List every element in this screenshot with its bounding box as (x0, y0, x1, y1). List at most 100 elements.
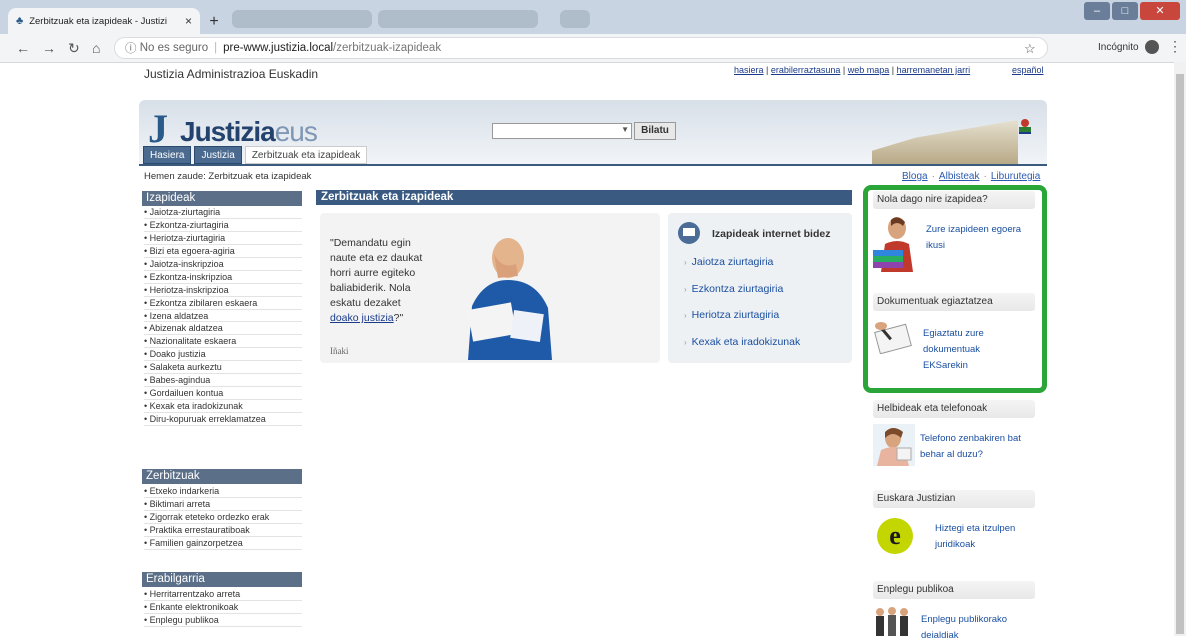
new-tab-button[interactable]: + (204, 12, 224, 32)
forward-arrow-icon[interactable]: → (42, 40, 56, 56)
sidebar-item[interactable]: Diru-kopuruak erreklamatzea (144, 413, 302, 426)
sidebar-item[interactable]: Izena aldatzea (144, 310, 302, 323)
sidebar-item[interactable]: Heriotza-ziurtagiria (144, 232, 302, 245)
testimonial-quote: "Demandatu egin naute eta ez daukat horr… (330, 236, 430, 326)
sidebar-item[interactable]: Etxeko indarkeria (144, 485, 302, 498)
quote-text: "Demandatu egin naute eta ez daukat horr… (330, 237, 423, 309)
minimize-icon[interactable]: – (1084, 2, 1110, 20)
euskara-box-title: Euskara Justizian (873, 490, 1035, 508)
top-link-erabilerraztasuna[interactable]: erabilerraztasuna (771, 65, 841, 75)
employment-box: Enplegu publikoa (873, 581, 1035, 599)
logo-suffix: eus (274, 116, 318, 147)
sidebar-heading-izapideak: Izapideak (142, 191, 302, 206)
nav-tab-justizia[interactable]: Justizia (194, 146, 242, 164)
sidebar-item[interactable]: Heriotza-inskripzioa (144, 284, 302, 297)
dot-separator: · (983, 171, 987, 182)
justizia-logo-mark-icon[interactable]: J (148, 105, 168, 152)
chevron-right-icon: › (684, 258, 687, 267)
contacts-box-title: Helbideak eta telefonoak (873, 400, 1035, 418)
search-select[interactable]: ▼ (492, 123, 632, 139)
internet-link[interactable]: › Ezkontza ziurtagiria (684, 283, 800, 310)
back-arrow-icon[interactable]: ← (16, 40, 30, 56)
top-link-harremanetan[interactable]: harremanetan jarri (897, 65, 971, 75)
sidebar-item[interactable]: Familien gainzorpetzea (144, 537, 302, 550)
menu-dots-icon[interactable]: ⋮ (1168, 38, 1182, 55)
sidebar-item[interactable]: Jaiotza-ziurtagiria (144, 206, 302, 219)
contacts-link[interactable]: Telefono zenbakiren bat behar al duzu? (920, 431, 1032, 463)
link-bloga[interactable]: Bloga (902, 171, 928, 182)
svg-text:e: e (889, 521, 901, 550)
blurred-tab[interactable] (560, 10, 590, 28)
sidebar-item[interactable]: Salaketa aurkeztu (144, 361, 302, 375)
chevron-right-icon: › (684, 338, 687, 348)
chevron-right-icon: › (684, 284, 687, 294)
sidebar-item[interactable]: Enkante elektronikoak (144, 601, 302, 614)
woman-phone-image (873, 424, 915, 466)
top-link-hasiera[interactable]: hasiera (734, 65, 764, 75)
sidebar-list-erabilgarria: Herritarrentzako arreta Enkante elektron… (144, 588, 302, 627)
chevron-right-icon: › (684, 311, 687, 321)
employment-link[interactable]: Enplegu publikorako deialdiak (921, 612, 1031, 644)
sidebar-item[interactable]: Herritarrentzako arreta (144, 588, 302, 601)
window-controls: – □ ✕ (1084, 2, 1180, 20)
sidebar-item[interactable]: Kexak eta iradokizunak (144, 400, 302, 413)
sidebar-item[interactable]: Biktimari arreta (144, 498, 302, 511)
incognito-icon[interactable] (1145, 40, 1159, 54)
sidebar-item[interactable]: Bizi eta egoera-agiria (144, 245, 302, 258)
maximize-icon[interactable]: □ (1112, 2, 1138, 20)
reload-icon[interactable]: ↻ (68, 40, 80, 57)
sidebar-item[interactable]: Enplegu publikoa (144, 614, 302, 627)
sidebar-heading-erabilgarria: Erabilgarria (142, 572, 302, 587)
main-heading: Zerbitzuak eta izapideak (316, 190, 852, 205)
euskara-link[interactable]: Hiztegi eta itzulpen juridikoak (935, 521, 1031, 553)
page-scrollbar[interactable] (1174, 62, 1186, 636)
sidebar-item[interactable]: Praktika errestauratiboak (144, 524, 302, 537)
internet-link-label: Heriotza ziurtagiria (691, 309, 780, 322)
sidebar-heading-zerbitzuak: Zerbitzuak (142, 469, 302, 484)
search-button[interactable]: Bilatu (634, 122, 676, 140)
close-tab-icon[interactable]: × (185, 14, 192, 28)
bookmark-star-icon[interactable]: ☆ (1024, 41, 1036, 57)
link-albisteak[interactable]: Albisteak (939, 171, 980, 182)
internet-procedures-list: › Jaiotza ziurtagiria › Ezkontza ziurtagir… (684, 256, 800, 363)
euskara-box: Euskara Justizian (873, 490, 1035, 508)
sidebar-item[interactable]: Gordailuen kontua (144, 387, 302, 401)
link-liburutegia[interactable]: Liburutegia (991, 171, 1040, 182)
sidebar-item[interactable]: Ezkontza zibilaren eskaera (144, 297, 302, 310)
sidebar-item[interactable]: Jaiotza-inskripzioa (144, 258, 302, 271)
top-link-web-mapa[interactable]: web mapa (848, 65, 890, 75)
site-logo[interactable]: Justiziaeus (180, 116, 318, 148)
sidebar-item[interactable]: Ezkontza-ziurtagiria (144, 219, 302, 232)
main-nav: Hasiera Justizia Zerbitzuak eta izapidea… (143, 146, 370, 164)
internet-link[interactable]: › Kexak eta iradokizunak (684, 336, 800, 363)
internet-link[interactable]: › Jaiotza ziurtagiria (684, 256, 800, 283)
euskara-e-logo-icon: e (877, 518, 913, 554)
internet-link-label: Jaiotza ziurtagiria (691, 256, 774, 268)
justizia-favicon-icon: ♣ (16, 15, 24, 27)
nav-tab-zerbitzuak[interactable]: Zerbitzuak eta izapideak (244, 146, 368, 164)
basque-government-icon (1019, 119, 1031, 134)
blurred-tab[interactable] (232, 10, 372, 28)
sidebar-item[interactable]: Doako justizia (144, 348, 302, 362)
tab-title: Zerbitzuak eta izapideak - Justizi (29, 15, 168, 27)
sidebar-item[interactable]: Babes-agindua (144, 374, 302, 388)
close-window-icon[interactable]: ✕ (1140, 2, 1180, 20)
address-bar[interactable]: ⓘ No es seguro | pre-www.justizia.local … (114, 37, 1048, 59)
blurred-tab[interactable] (378, 10, 538, 28)
sidebar-item[interactable]: Nazionalitate eskaera (144, 335, 302, 349)
sidebar-item[interactable]: Ezkontza-inskripzioa (144, 271, 302, 284)
scrollbar-thumb[interactable] (1176, 74, 1184, 634)
sidebar-item[interactable]: Zigorrak eteteko ordezko erak (144, 511, 302, 524)
sidebar-list-izapideak: Jaiotza-ziurtagiria Ezkontza-ziurtagiria… (144, 206, 302, 426)
quote-end: ?" (393, 312, 404, 324)
language-link[interactable]: español (1012, 65, 1044, 75)
nav-tab-hasiera[interactable]: Hasiera (143, 146, 192, 164)
browser-tab-active[interactable]: ♣ Zerbitzuak eta izapideak - Justizi × (8, 8, 200, 34)
doako-justizia-link[interactable]: doako justizia (330, 312, 394, 324)
sidebar-item[interactable]: Abizenak aldatzea (144, 322, 302, 336)
breadcrumb: Hemen zaude: Zerbitzuak eta izapideak (144, 171, 312, 182)
internet-link[interactable]: › Heriotza ziurtagiria (684, 309, 800, 336)
address-path: /zerbitzuak-izapideak (333, 42, 442, 54)
info-icon[interactable]: ⓘ (125, 40, 140, 56)
home-icon[interactable]: ⌂ (92, 40, 100, 56)
